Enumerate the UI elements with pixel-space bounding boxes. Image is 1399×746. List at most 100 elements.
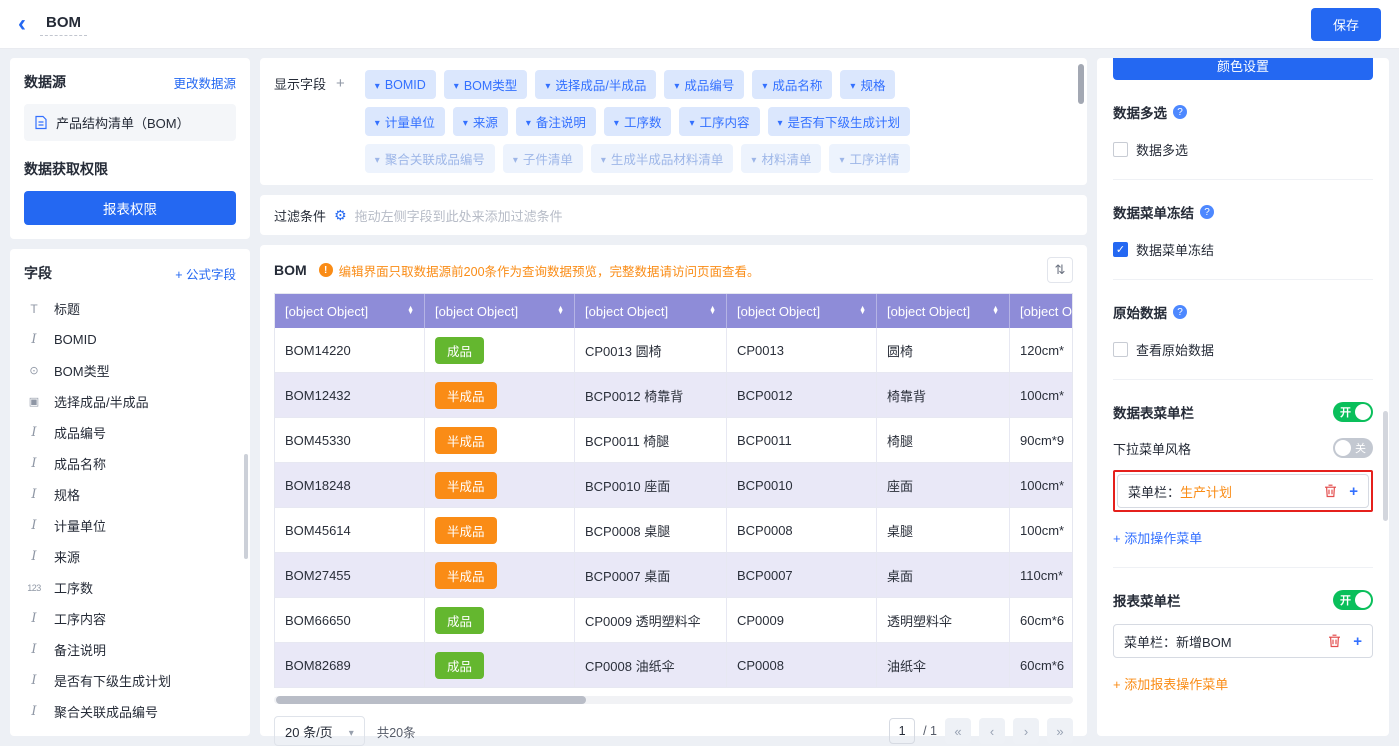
- field-item[interactable]: I BOMID: [24, 324, 236, 355]
- display-field-chip[interactable]: 成品编号: [664, 70, 744, 99]
- display-field-chip[interactable]: BOMID: [365, 70, 436, 99]
- menu-bar-value[interactable]: 新增BOM: [1176, 632, 1232, 651]
- column-header[interactable]: [object Object]: [877, 294, 1010, 328]
- filter-section[interactable]: 过滤条件 拖动左侧字段到此处来添加过滤条件: [260, 195, 1087, 235]
- warning-icon: [319, 263, 333, 277]
- sort-button[interactable]: [1047, 257, 1073, 283]
- display-field-chip[interactable]: 工序内容: [679, 107, 759, 136]
- display-field-chip[interactable]: 来源: [453, 107, 508, 136]
- display-field-chip[interactable]: 工序数: [604, 107, 672, 136]
- field-item[interactable]: T 标题: [24, 293, 236, 324]
- prev-page-icon[interactable]: ‹: [979, 718, 1005, 744]
- checkbox-unchecked[interactable]: [1113, 342, 1128, 357]
- display-field-chip[interactable]: 材料清单: [741, 144, 821, 173]
- column-header[interactable]: [object Object]: [1010, 294, 1072, 328]
- field-item[interactable]: I 来源: [24, 541, 236, 572]
- display-field-chip[interactable]: 备注说明: [516, 107, 596, 136]
- formula-field-link[interactable]: + 公式字段: [175, 264, 236, 283]
- column-header[interactable]: [object Object]: [425, 294, 575, 328]
- sort-arrows-icon[interactable]: [709, 307, 716, 316]
- table-menu-toggle[interactable]: 开: [1333, 402, 1373, 422]
- field-item[interactable]: I 成品名称: [24, 448, 236, 479]
- display-field-chip[interactable]: 聚合关联成品编号: [365, 144, 495, 173]
- display-field-chip[interactable]: 选择成品/半成品: [535, 70, 656, 99]
- change-datasource-link[interactable]: 更改数据源: [173, 73, 236, 92]
- field-item[interactable]: I 工序内容: [24, 603, 236, 634]
- field-item[interactable]: I 计量单位: [24, 510, 236, 541]
- color-settings-button[interactable]: 颜色设置: [1113, 58, 1373, 80]
- display-field-chip[interactable]: 规格: [840, 70, 895, 99]
- field-item[interactable]: ▶ 子件清单: [24, 727, 236, 736]
- sort-arrows-icon[interactable]: [992, 307, 999, 316]
- table-row[interactable]: BOM18248 半成品 BCP0010 座面 BCP0010 座面 100cm…: [275, 463, 1072, 508]
- add-icon[interactable]: [1353, 634, 1362, 649]
- column-header[interactable]: [object Object]: [575, 294, 727, 328]
- dropdown-style-toggle[interactable]: 关: [1333, 438, 1373, 458]
- chips-scrollbar-thumb[interactable]: [1078, 64, 1084, 104]
- table-row[interactable]: BOM12432 半成品 BCP0012 椅靠背 BCP0012 椅靠背 100…: [275, 373, 1072, 418]
- add-action-menu-link[interactable]: + 添加操作菜单: [1113, 528, 1202, 547]
- checkbox-unchecked[interactable]: [1113, 142, 1128, 157]
- help-icon[interactable]: [1200, 205, 1214, 219]
- back-icon[interactable]: ‹: [18, 14, 26, 34]
- display-field-chip[interactable]: 工序详情: [829, 144, 909, 173]
- menu-bar-item[interactable]: 菜单栏： 新增BOM: [1113, 624, 1373, 658]
- cell-product-code: BCP0012: [727, 373, 877, 418]
- trash-icon[interactable]: [1324, 484, 1337, 498]
- field-type-icon: ⊙: [24, 364, 44, 377]
- field-item[interactable]: I 聚合关联成品编号: [24, 696, 236, 727]
- multi-select-checkbox-row[interactable]: 数据多选: [1113, 140, 1373, 159]
- field-item[interactable]: I 备注说明: [24, 634, 236, 665]
- sort-arrows-icon[interactable]: [407, 307, 414, 316]
- menu-bar-value[interactable]: 生产计划: [1180, 482, 1232, 501]
- horizontal-scrollbar[interactable]: [274, 696, 1073, 704]
- display-field-chip[interactable]: 成品名称: [752, 70, 832, 99]
- field-item[interactable]: 123 工序数: [24, 572, 236, 603]
- settings-scrollbar-thumb[interactable]: [1383, 411, 1388, 521]
- table-row[interactable]: BOM66650 成品 CP0009 透明塑料伞 CP0009 透明塑料伞 60…: [275, 598, 1072, 643]
- column-header[interactable]: [object Object]: [275, 294, 425, 328]
- add-report-menu-link[interactable]: + 添加报表操作菜单: [1113, 674, 1228, 693]
- display-field-chip[interactable]: 生成半成品材料清单: [591, 144, 734, 173]
- table-row[interactable]: BOM45330 半成品 BCP0011 椅腿 BCP0011 椅腿 90cm*…: [275, 418, 1072, 463]
- display-field-chip[interactable]: 子件清单: [503, 144, 583, 173]
- table-row[interactable]: BOM27455 半成品 BCP0007 桌面 BCP0007 桌面 110cm…: [275, 553, 1072, 598]
- page-size-select[interactable]: 20 条/页: [274, 716, 365, 746]
- menu-freeze-checkbox-row[interactable]: 数据菜单冻结: [1113, 240, 1373, 259]
- table-row[interactable]: BOM82689 成品 CP0008 油纸伞 CP0008 油纸伞 60cm*6: [275, 643, 1072, 688]
- menu-bar-item[interactable]: 菜单栏： 生产计划: [1117, 474, 1369, 508]
- table-row[interactable]: BOM14220 成品 CP0013 圆椅 CP0013 圆椅 120cm*: [275, 328, 1072, 373]
- field-item[interactable]: ⊙ BOM类型: [24, 355, 236, 386]
- fields-card: 字段 + 公式字段 T 标题 I BOMID: [10, 249, 250, 736]
- fields-scrollbar-thumb[interactable]: [244, 454, 248, 559]
- sort-arrows-icon[interactable]: [859, 307, 866, 316]
- checkbox-checked[interactable]: [1113, 242, 1128, 257]
- help-icon[interactable]: [1173, 105, 1187, 119]
- next-page-icon[interactable]: ›: [1013, 718, 1039, 744]
- add-display-field-icon[interactable]: +: [336, 75, 345, 92]
- table-row[interactable]: BOM45614 半成品 BCP0008 桌腿 BCP0008 桌腿 100cm…: [275, 508, 1072, 553]
- field-item[interactable]: ▣ 选择成品/半成品: [24, 386, 236, 417]
- report-permission-button[interactable]: 报表权限: [24, 191, 236, 225]
- trash-icon[interactable]: [1328, 634, 1341, 648]
- first-page-icon[interactable]: «: [945, 718, 971, 744]
- horizontal-scrollbar-thumb[interactable]: [276, 696, 586, 704]
- last-page-icon[interactable]: »: [1047, 718, 1073, 744]
- display-field-chip[interactable]: 是否有下级生成计划: [768, 107, 911, 136]
- field-item[interactable]: I 是否有下级生成计划: [24, 665, 236, 696]
- field-item[interactable]: I 规格: [24, 479, 236, 510]
- raw-data-checkbox-row[interactable]: 查看原始数据: [1113, 340, 1373, 359]
- display-field-chip[interactable]: 计量单位: [365, 107, 445, 136]
- help-icon[interactable]: [1173, 305, 1187, 319]
- field-item[interactable]: I 成品编号: [24, 417, 236, 448]
- gear-icon[interactable]: [334, 207, 347, 224]
- datasource-item[interactable]: 产品结构清单（BOM）: [24, 104, 236, 141]
- column-header[interactable]: [object Object]: [727, 294, 877, 328]
- report-menu-toggle[interactable]: 开: [1333, 590, 1373, 610]
- display-field-chip[interactable]: BOM类型: [444, 70, 528, 99]
- page-input[interactable]: 1: [889, 718, 915, 744]
- sort-arrows-icon[interactable]: [557, 307, 564, 316]
- add-icon[interactable]: [1349, 484, 1358, 499]
- center-panel: 显示字段 + BOMID: [260, 58, 1087, 736]
- save-button[interactable]: 保存: [1311, 8, 1381, 41]
